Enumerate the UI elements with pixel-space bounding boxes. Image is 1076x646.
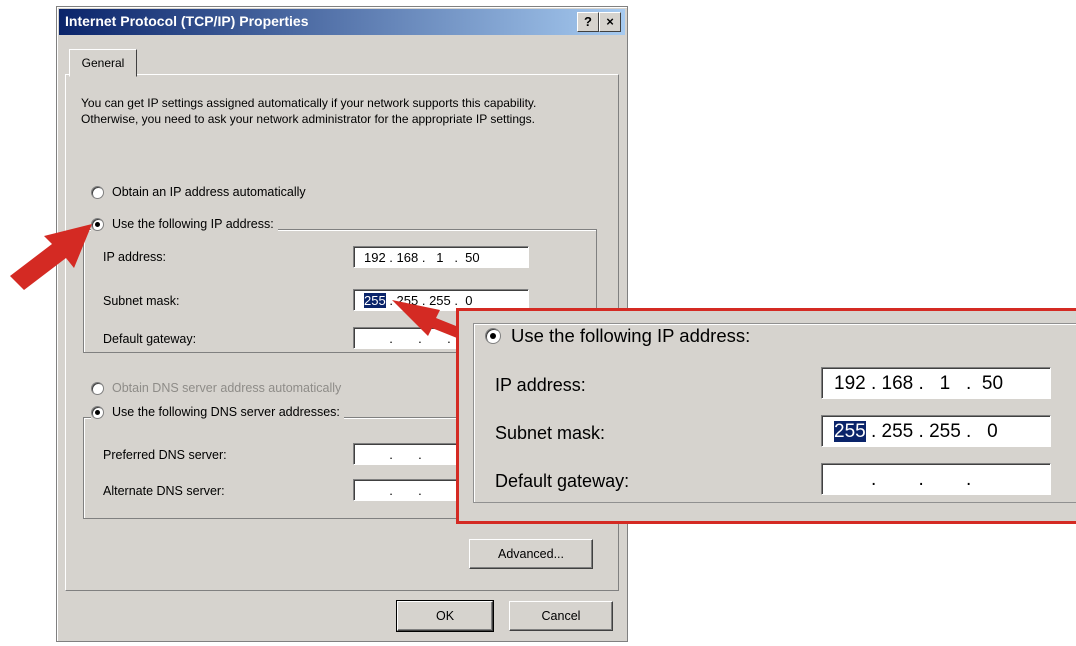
zoom-subnet-rest: . 255 . 255 . 0	[865, 421, 998, 442]
zoom-ip-address-label: IP address:	[495, 375, 586, 395]
zoom-ip-address-field[interactable]: 192 . 168 . 1 . 50	[821, 367, 1051, 399]
red-arrow-icon	[392, 300, 466, 340]
zoom-subnet-mask-field[interactable]: 255 . 255 . 255 . 0	[821, 415, 1051, 447]
radio-selected-icon	[485, 328, 501, 344]
zoom-default-gateway-label: Default gateway:	[495, 471, 630, 491]
zoom-subnet-mask-label: Subnet mask:	[495, 423, 606, 443]
zoom-default-gateway-field[interactable]: . . .	[821, 463, 1051, 495]
zoom-callout: Use the following IP address: IP address…	[456, 308, 1076, 524]
zoom-use-following-ip-label: Use the following IP address:	[511, 325, 751, 346]
tab-general[interactable]: General	[69, 49, 137, 77]
zoom-subnet-selected-octet: 255	[834, 421, 866, 442]
zoom-use-following-ip-radio[interactable]: Use the following IP address:	[479, 325, 757, 347]
red-arrow-icon	[10, 224, 92, 290]
